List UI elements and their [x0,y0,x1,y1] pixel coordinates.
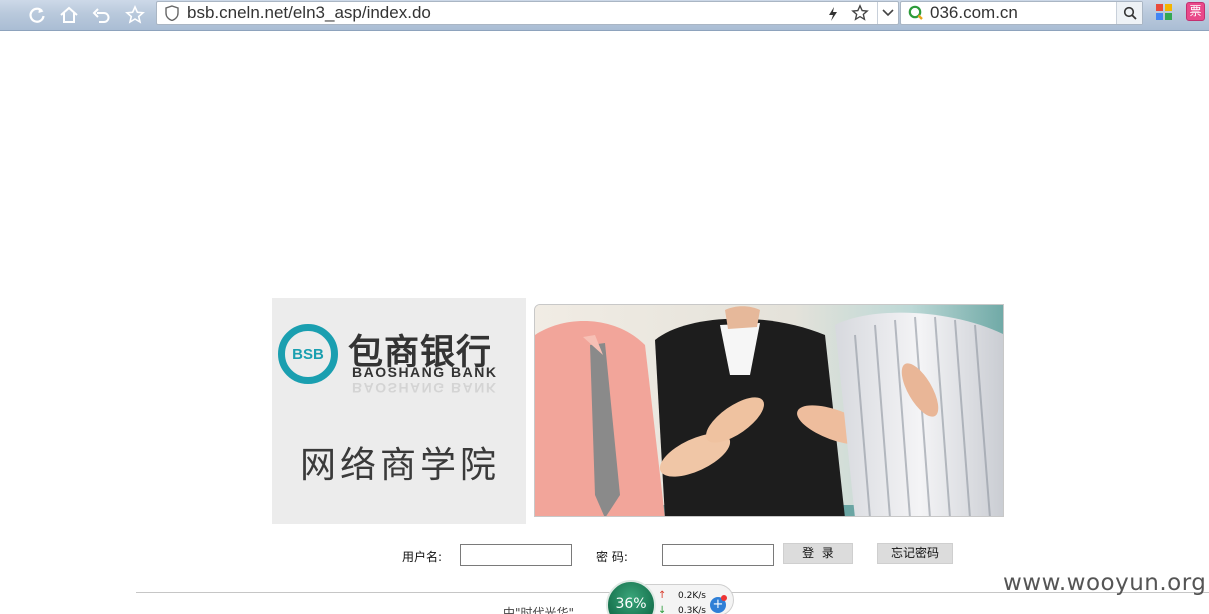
username-input[interactable] [460,544,572,566]
favorites-button[interactable] [122,2,148,28]
bsb-logo-circle: BSB [278,324,338,384]
search-engine-icon[interactable] [908,5,924,25]
address-dropdown-button[interactable] [877,2,898,24]
search-button[interactable] [1116,2,1142,24]
undo-close-button[interactable] [89,2,115,28]
download-arrow-icon: ↓ [658,605,667,614]
magnifier-icon [1123,6,1137,20]
bank-logo-panel: BSB 包商银行 BAOSHANG BANK BAOSHANG BANK 网络商… [272,298,526,524]
browser-toolbar: bsb.cneln.net/eln3_asp/index.do 036.com.… [0,0,1209,31]
network-speed-widget[interactable]: ↑ 0.2K/s ↓ 0.3K/s 36% + [606,580,734,614]
security-shield-icon [165,5,179,25]
username-label: 用户名: [402,550,443,564]
lightning-icon[interactable] [828,6,838,25]
upload-arrow-icon: ↑ [658,590,667,601]
password-input[interactable] [662,544,774,566]
download-speed: 0.3K/s [678,606,706,614]
search-box[interactable]: 036.com.cn [900,1,1143,25]
refresh-icon [29,7,45,23]
business-people-photo [534,304,1004,517]
bookmark-star-icon[interactable] [851,4,869,26]
forgot-password-button[interactable]: 忘记密码 [877,543,953,564]
login-button[interactable]: 登 录 [783,543,853,564]
address-bar[interactable]: bsb.cneln.net/eln3_asp/index.do [156,1,899,25]
chevron-down-icon [882,9,894,17]
password-label: 密 码: [596,550,628,564]
bsb-logo-text: BSB [292,345,324,363]
bank-name-english: BAOSHANG BANK [352,364,498,380]
home-button[interactable] [56,2,82,28]
home-icon [60,6,78,23]
watermark: www.wooyun.org [1003,570,1207,596]
notification-dot [721,595,727,601]
bank-name-reflection: BAOSHANG BANK [352,380,498,396]
search-input[interactable]: 036.com.cn [930,3,1018,23]
undo-icon [92,8,110,23]
school-name-calligraphy: 网络商学院 [299,445,500,486]
apps-grid-icon[interactable] [1156,4,1172,24]
ticket-icon[interactable]: 票 [1186,2,1205,21]
url-text[interactable]: bsb.cneln.net/eln3_asp/index.do [187,3,431,23]
upload-speed: 0.2K/s [678,591,706,601]
clapping-people-illustration [535,305,1003,516]
star-outline-icon [125,5,145,24]
footer-text: 中"时代光华"... [503,606,586,614]
refresh-button[interactable] [24,2,50,28]
